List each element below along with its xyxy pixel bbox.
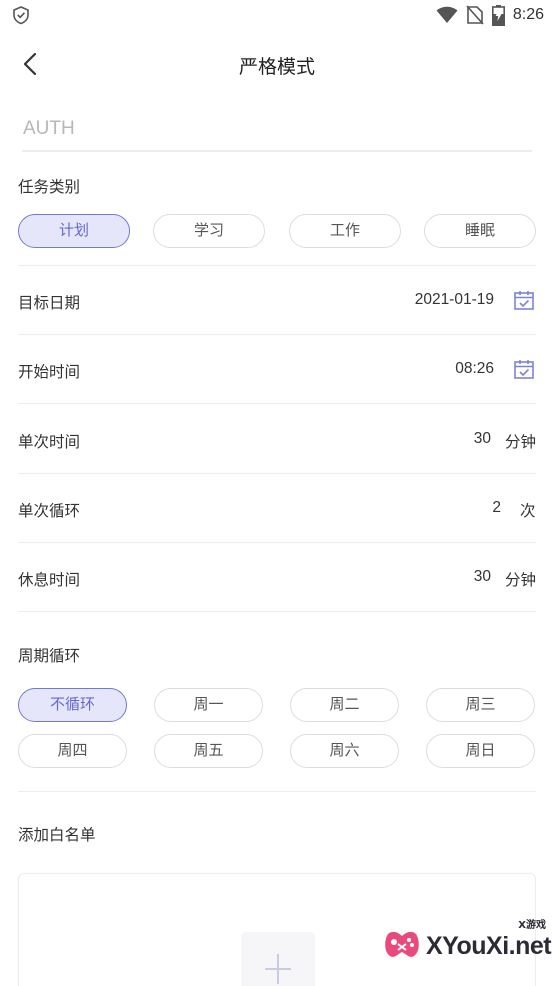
auth-input[interactable] [22,108,532,152]
single-duration-value[interactable]: 30 [474,430,491,448]
watermark-small: X游戏 [518,920,546,931]
cycle-chip-tuesday[interactable]: 周二 [290,688,399,722]
status-icons: 8:26 [436,4,544,26]
cycle-chip-none[interactable]: 不循环 [18,688,127,722]
divider [18,791,536,792]
battery-charging-icon [491,4,505,26]
divider [18,334,536,335]
single-cycle-unit: 次 [520,502,536,520]
cycle-chip-wednesday[interactable]: 周三 [426,688,535,722]
status-time: 8:26 [512,6,544,23]
nav-bar: 严格模式 [0,36,554,92]
cycle-chip-sunday[interactable]: 周日 [426,734,535,768]
category-chip-study[interactable]: 学习 [153,214,265,248]
cycle-chip-monday[interactable]: 周一 [154,688,263,722]
status-bar: 8:26 [0,0,554,30]
start-time-label: 开始时间 [18,363,81,381]
watermark-text: XYouXi.net [426,932,552,960]
rest-time-unit: 分钟 [505,571,537,589]
calendar-icon[interactable] [513,358,535,380]
single-cycle-label: 单次循环 [18,502,81,520]
divider [18,403,536,404]
page-title: 严格模式 [238,56,315,78]
divider [18,473,536,474]
period-cycle-label: 周期循环 [18,647,81,665]
gamepad-logo-icon [385,931,419,957]
rest-time-value[interactable]: 30 [474,568,491,586]
category-chip-work[interactable]: 工作 [289,214,401,248]
divider [18,611,536,612]
rest-time-label: 休息时间 [18,571,81,589]
no-sim-icon [466,5,484,25]
divider [18,542,536,543]
target-date-label: 目标日期 [18,294,81,312]
single-duration-label: 单次时间 [18,433,81,451]
start-time-value[interactable]: 08:26 [455,360,494,378]
whitelist-label: 添加白名单 [18,826,96,844]
task-category-label: 任务类别 [18,178,81,196]
cycle-chip-friday[interactable]: 周五 [154,734,263,768]
category-chip-plan[interactable]: 计划 [18,214,130,248]
target-date-value[interactable]: 2021-01-19 [415,291,494,309]
cycle-chip-saturday[interactable]: 周六 [290,734,399,768]
cycle-chip-thursday[interactable]: 周四 [18,734,127,768]
shield-check-icon [13,6,29,25]
single-cycle-value[interactable]: 2 [492,499,501,517]
divider [18,265,536,266]
wifi-icon [436,6,458,23]
category-chip-sleep[interactable]: 睡眠 [424,214,536,248]
add-whitelist-button[interactable] [241,932,315,986]
calendar-icon[interactable] [513,289,535,311]
watermark: X游戏 XYouXi.net [378,916,552,974]
single-duration-unit: 分钟 [505,433,537,451]
